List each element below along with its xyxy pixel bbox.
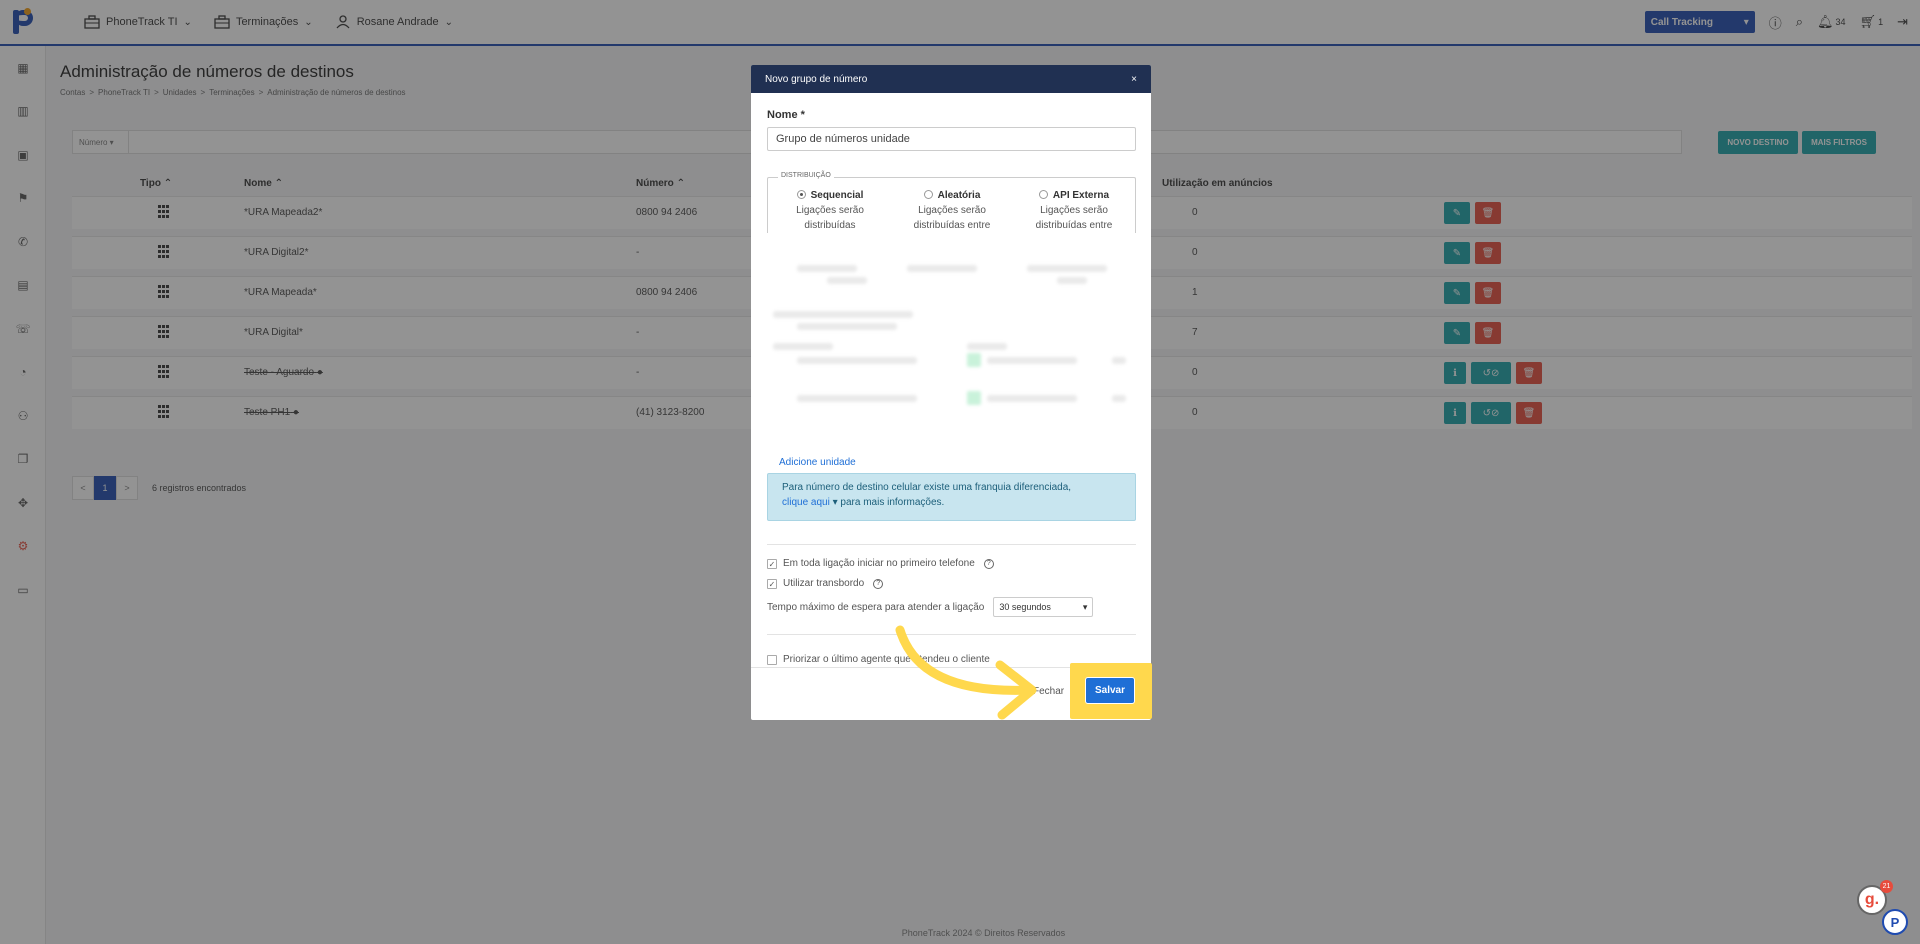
guide-badge: 21 [1880, 880, 1893, 893]
first-phone-checkbox[interactable]: ✓ [767, 558, 777, 569]
name-label: Nome * [767, 109, 805, 121]
divider [767, 544, 1136, 545]
name-input[interactable]: Grupo de números unidade [767, 127, 1136, 151]
wait-time-row: Tempo máximo de espera para atender a li… [767, 597, 1094, 617]
option-sequential[interactable]: Sequencial Ligações serão distribuídas [770, 188, 890, 233]
overflow-label: Utilizar transbordo [783, 578, 865, 589]
caret-down-icon: ▾ [1082, 601, 1088, 612]
first-phone-option: ✓ Em toda ligação iniciar no primeiro te… [767, 558, 994, 569]
wait-time-label: Tempo máximo de espera para atender a li… [767, 601, 985, 613]
option-desc: Ligações serão [918, 205, 986, 216]
question-icon[interactable]: ? [983, 558, 994, 569]
distribution-legend: DISTRIBUIÇÃO [778, 172, 834, 179]
option-random[interactable]: Aleatória Ligações serão distribuídas en… [892, 188, 1012, 233]
option-desc: Ligações serão [1040, 205, 1108, 216]
tutorial-arrow-icon [895, 625, 1037, 720]
modal-title: Novo grupo de número [765, 73, 868, 85]
question-icon[interactable]: ? [873, 578, 884, 589]
first-phone-label: Em toda ligação iniciar no primeiro tele… [783, 558, 975, 569]
wait-time-select[interactable]: 30 segundos ▾ [993, 597, 1094, 617]
wait-time-value: 30 segundos [999, 602, 1051, 612]
chat-widget[interactable]: P [1882, 909, 1908, 935]
overflow-option: ✓ Utilizar transbordo ? [767, 578, 884, 589]
save-button[interactable]: Salvar [1085, 677, 1135, 704]
info-link[interactable]: clique aqui [782, 497, 830, 508]
option-desc: distribuídas entre [1035, 220, 1113, 231]
caret-down-icon: ▾ [832, 497, 838, 508]
blurred-unit-list [767, 261, 1136, 451]
modal-header: Novo grupo de número × [751, 65, 1151, 93]
option-desc: distribuídas [804, 220, 856, 231]
option-title: Aleatória [937, 190, 981, 201]
radio-selected-icon[interactable] [796, 190, 806, 199]
option-title: Sequencial [810, 190, 864, 201]
option-title: API Externa [1052, 190, 1110, 201]
info-alert: Para número de destino celular existe um… [767, 473, 1136, 521]
overflow-checkbox[interactable]: ✓ [767, 578, 777, 589]
option-desc: Ligações serão [796, 205, 864, 216]
last-agent-checkbox[interactable] [767, 654, 777, 665]
close-icon[interactable]: × [1131, 74, 1137, 85]
option-desc: distribuídas entre [913, 220, 991, 231]
info-text: Para número de destino celular existe um… [782, 482, 1072, 493]
info-rest: para mais informações. [840, 497, 945, 508]
radio-icon[interactable] [1038, 190, 1048, 199]
option-external-api[interactable]: API Externa Ligações serão distribuídas … [1014, 188, 1134, 233]
radio-icon[interactable] [923, 190, 933, 199]
add-unit-link[interactable]: Adicione unidade [779, 457, 856, 468]
distribution-fieldset: DISTRIBUIÇÃO Sequencial Ligações serão d… [767, 172, 1136, 233]
